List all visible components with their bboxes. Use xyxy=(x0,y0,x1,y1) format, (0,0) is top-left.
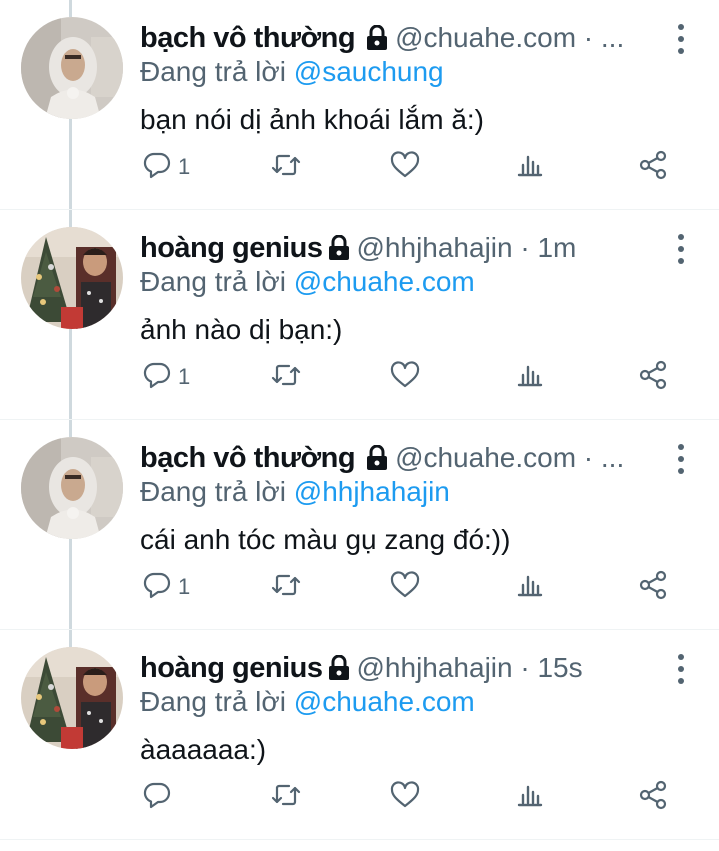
avatar[interactable] xyxy=(21,437,123,539)
share-icon xyxy=(638,780,668,815)
share-button[interactable] xyxy=(638,145,668,189)
reply-count: 1 xyxy=(178,574,191,599)
reply-button[interactable]: 1 xyxy=(142,565,190,609)
reply-prefix: Đang trả lời xyxy=(140,56,286,87)
reply-button[interactable] xyxy=(142,775,178,819)
display-name[interactable]: bạch vô thường xyxy=(140,442,356,475)
mention-link[interactable]: @sauchung xyxy=(294,56,444,87)
divider xyxy=(0,839,719,840)
replying-to: Đang trả lời @chuahe.com xyxy=(140,686,475,718)
reply-icon xyxy=(142,570,172,605)
retweet-icon xyxy=(270,780,302,815)
retweet-icon xyxy=(270,360,302,395)
replying-to: Đang trả lời @hhjhahajin xyxy=(140,476,450,508)
tweet-actions xyxy=(140,775,680,819)
reply-prefix: Đang trả lời xyxy=(140,476,286,507)
tweet-header: hoàng genius @hhjhahajin · 15s xyxy=(140,648,660,688)
share-icon xyxy=(638,360,668,395)
like-button[interactable] xyxy=(390,355,420,399)
retweet-button[interactable] xyxy=(270,775,302,819)
share-button[interactable] xyxy=(638,565,668,609)
retweet-button[interactable] xyxy=(270,145,302,189)
more-options-icon[interactable] xyxy=(675,24,687,54)
display-name[interactable]: hoàng genius xyxy=(140,652,323,685)
handle-and-time[interactable]: @hhjhahajin · 1m xyxy=(357,232,577,264)
tweet[interactable]: bạch vô thường @chuahe.com · ... Đang tr… xyxy=(0,0,719,210)
lock-icon xyxy=(327,235,351,261)
reply-icon xyxy=(142,360,172,395)
tweet-actions: 1 xyxy=(140,565,680,609)
like-button[interactable] xyxy=(390,145,420,189)
reply-icon xyxy=(142,150,172,185)
handle-and-time[interactable]: @chuahe.com · ... xyxy=(395,22,624,54)
reply-count: 1 xyxy=(178,154,191,179)
tweet-header: bạch vô thường @chuahe.com · ... xyxy=(140,18,660,58)
more-options-icon[interactable] xyxy=(675,234,687,264)
like-icon xyxy=(390,360,420,395)
display-name[interactable]: bạch vô thường xyxy=(140,22,356,55)
retweet-button[interactable] xyxy=(270,355,302,399)
avatar[interactable] xyxy=(21,17,123,119)
tweet-text: bạn nói dị ảnh khoái lắm ă:) xyxy=(140,104,484,135)
like-button[interactable] xyxy=(390,565,420,609)
retweet-icon xyxy=(270,570,302,605)
replying-to: Đang trả lời @sauchung xyxy=(140,56,444,88)
display-name[interactable]: hoàng genius xyxy=(140,232,323,265)
lock-icon xyxy=(365,445,389,471)
reply-prefix: Đang trả lời xyxy=(140,686,286,717)
like-icon xyxy=(390,570,420,605)
tweet[interactable]: hoàng genius @hhjhahajin · 15s Đang trả … xyxy=(0,630,719,840)
like-button[interactable] xyxy=(390,775,420,819)
tweet-header: bạch vô thường @chuahe.com · ... xyxy=(140,438,660,478)
tweet-text: àaaaaaa:) xyxy=(140,734,267,765)
tweet[interactable]: hoàng genius @hhjhahajin · 1m Đang trả l… xyxy=(0,210,719,420)
handle-and-time[interactable]: @chuahe.com · ... xyxy=(395,442,624,474)
views-button[interactable] xyxy=(516,145,544,189)
reply-icon xyxy=(142,780,172,815)
retweet-button[interactable] xyxy=(270,565,302,609)
tweet[interactable]: bạch vô thường @chuahe.com · ... Đang tr… xyxy=(0,420,719,630)
replying-to: Đang trả lời @chuahe.com xyxy=(140,266,475,298)
views-icon xyxy=(516,781,544,814)
lock-icon xyxy=(365,25,389,51)
avatar[interactable] xyxy=(21,227,123,329)
share-icon xyxy=(638,150,668,185)
views-button[interactable] xyxy=(516,355,544,399)
tweet-text: cái anh tóc màu gụ zang đó:)) xyxy=(140,524,511,555)
like-icon xyxy=(390,780,420,815)
more-options-icon[interactable] xyxy=(675,444,687,474)
tweet-actions: 1 xyxy=(140,355,680,399)
retweet-icon xyxy=(270,150,302,185)
views-icon xyxy=(516,151,544,184)
tweet-header: hoàng genius @hhjhahajin · 1m xyxy=(140,228,660,268)
share-button[interactable] xyxy=(638,355,668,399)
mention-link[interactable]: @chuahe.com xyxy=(294,266,475,297)
share-icon xyxy=(638,570,668,605)
mention-link[interactable]: @hhjhahajin xyxy=(294,476,450,507)
views-icon xyxy=(516,571,544,604)
views-button[interactable] xyxy=(516,775,544,819)
share-button[interactable] xyxy=(638,775,668,819)
tweet-actions: 1 xyxy=(140,145,680,189)
mention-link[interactable]: @chuahe.com xyxy=(294,686,475,717)
reply-button[interactable]: 1 xyxy=(142,145,190,189)
views-icon xyxy=(516,361,544,394)
reply-prefix: Đang trả lời xyxy=(140,266,286,297)
like-icon xyxy=(390,150,420,185)
more-options-icon[interactable] xyxy=(675,654,687,684)
lock-icon xyxy=(327,655,351,681)
views-button[interactable] xyxy=(516,565,544,609)
reply-count: 1 xyxy=(178,364,191,389)
avatar[interactable] xyxy=(21,647,123,749)
tweet-text: ảnh nào dị bạn:) xyxy=(140,314,343,345)
handle-and-time[interactable]: @hhjhahajin · 15s xyxy=(357,652,583,684)
reply-button[interactable]: 1 xyxy=(142,355,190,399)
